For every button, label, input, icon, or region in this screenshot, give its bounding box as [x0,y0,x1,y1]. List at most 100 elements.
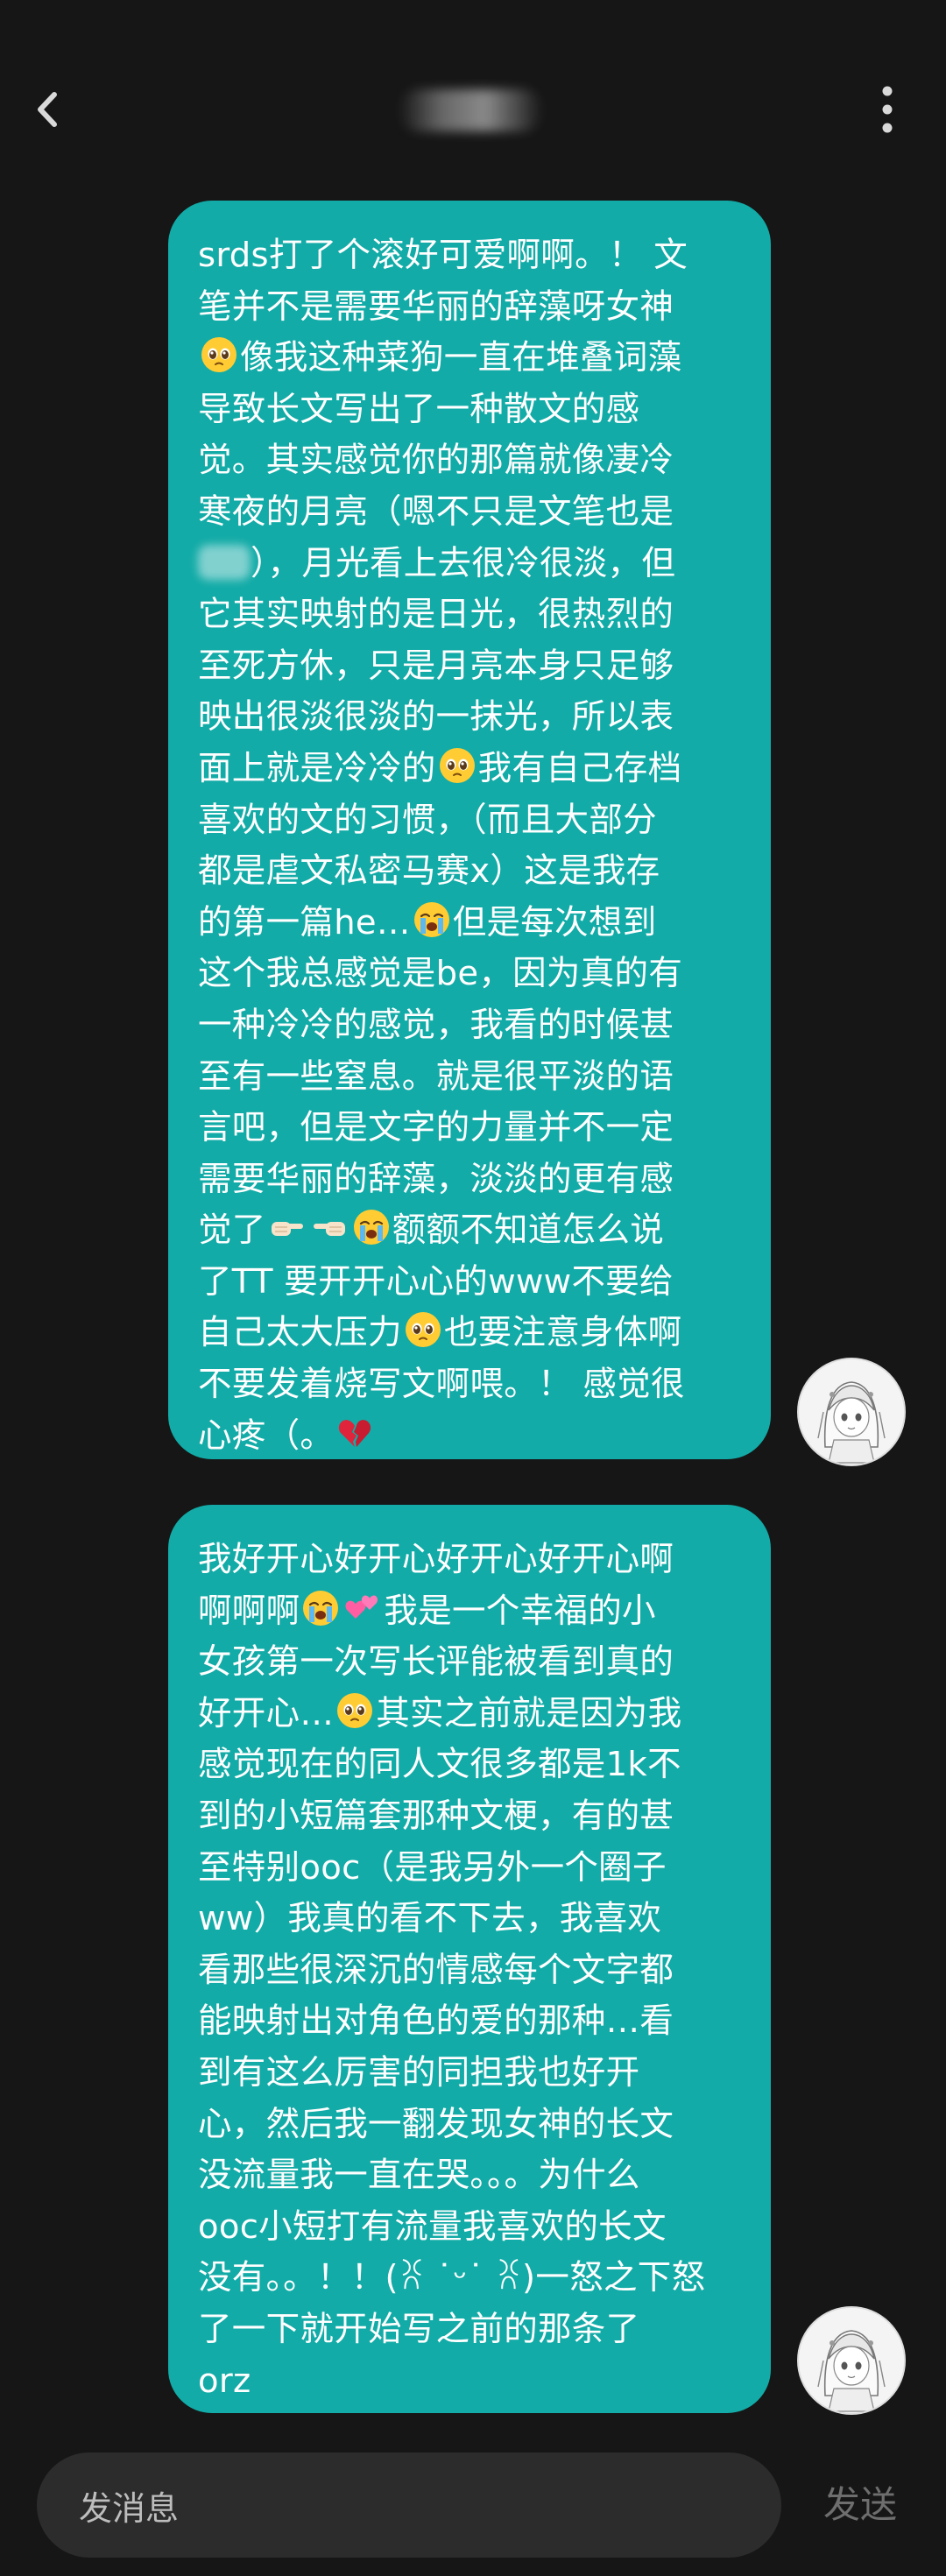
message-text: ww）我真的看不下去，我喜欢 [198,1899,662,1939]
chevron-left-icon [38,92,57,127]
message-line: 女孩第一次写长评能被看到真的 [198,1637,739,1689]
message-line: 感觉现在的同人文很多都是1k不 [198,1740,739,1791]
message-line: 了TT 要开开心心的www不要给 [198,1257,739,1309]
message-text: 至特别ooc（是我另外一个圈子 [198,1847,667,1888]
message-text: 到有这么厉害的同担我也好开 [198,2052,640,2093]
crying-face-emoji [413,900,451,939]
message-line: 到有这么厉害的同担我也好开 [198,2048,739,2100]
message-text: 的第一篇he… [198,902,411,942]
message-line: 没有。。！！(ꐦ ˙ᵕ˙ ꐦ)一怒之下怒 [198,2253,739,2304]
message-line: 都是虐文私密马赛x）这是我存 [198,846,739,898]
message-text: 也要注意身体啊 [443,1313,682,1353]
more-options-button[interactable] [867,81,907,138]
message-line: 笔并不是需要华丽的辞藻呀女神 [198,282,739,334]
chat-title [0,0,1,1]
anime-girl-avatar-image [799,1359,904,1464]
pointing-left-emoji [310,1208,349,1246]
message-text: 我有自己存档 [477,748,682,788]
message-text: 没流量我一直在哭。。。为什么 [198,2156,640,2196]
message-text: 不要发着烧写文啊喂。！ 感觉很 [198,1365,685,1405]
message-text: 都是虐文私密马赛x）这是我存 [198,851,660,892]
message-text: 女孩第一次写长评能被看到真的 [198,1642,674,1683]
message-bubble[interactable]: srds打了个滚好可爱啊啊。！ 文笔并不是需要华丽的辞藻呀女神像我这种菜狗一直在… [168,201,771,1459]
message-line: 觉了 额额不知道怎么说 [198,1205,739,1257]
message-line: ww）我真的看不下去，我喜欢 [198,1894,739,1945]
broken-heart-emoji [335,1414,374,1452]
blurred-word [198,544,251,580]
message-text: 笔并不是需要华丽的辞藻呀女神 [198,286,674,327]
message-line: 自己太大压力 也要注意身体啊 [198,1308,739,1359]
message-line: 的第一篇he… 但是每次想到 [198,898,739,949]
pleading-face-emoji [335,1691,374,1730]
message-line: 面上就是冷冷的 我有自己存档 [198,744,739,795]
message-line: 言吧，但是文字的力量并不一定 [198,1103,739,1154]
message-line: 了一下就开始写之前的那条了 [198,2304,739,2356]
avatar[interactable] [797,1358,906,1466]
message-line: 它其实映射的是日光，很热烈的 [198,589,739,641]
anime-girl-avatar-image [799,2308,904,2413]
message-line: 这个我总感觉是be，因为真的有 [198,949,739,1000]
message-text: 它其实映射的是日光，很热烈的 [198,595,674,635]
message-line: ），月光看上去很冷很淡，但 [198,539,739,590]
pleading-face-emoji [438,746,477,785]
message-line: 至特别ooc（是我另外一个圈子 [198,1843,739,1895]
message-line: ooc小短打有流量我喜欢的长文 [198,2202,739,2254]
message-text: 能映射出对角色的爱的那种…看 [198,2001,674,2042]
message-line: 好开心… 其实之前就是因为我 [198,1689,739,1740]
message-text: srds打了个滚好可爱啊啊。！ 文 [198,236,688,275]
message-text: 映出很淡很淡的一抹光，所以表 [198,697,674,738]
back-button[interactable] [19,79,81,140]
message-text: 寒夜的月亮（嗯不只是文笔也是 [198,491,674,532]
message-text: 心疼（。 [198,1415,335,1456]
chat-screen: srds打了个滚好可爱啊啊。！ 文笔并不是需要华丽的辞藻呀女神像我这种菜狗一直在… [0,0,946,2576]
message-line: 至有一些窒息。就是很平淡的语 [198,1052,739,1104]
message-text: 没有。。！！(ꐦ ˙ᵕ˙ ꐦ)一怒之下怒 [198,2258,706,2298]
message-line: 像我这种菜狗一直在堆叠词藻 [198,333,739,385]
message-text: 喜欢的文的习惯，（而且大部分 [198,800,657,840]
message-text: 感觉现在的同人文很多都是1k不 [198,1745,681,1785]
message-text: 但是每次想到 [452,902,657,942]
message-line: 喜欢的文的习惯，（而且大部分 [198,795,739,847]
message-line: 看那些很深沉的情感每个文字都 [198,1945,739,1997]
message-line: 不要发着烧写文啊喂。！ 感觉很 [198,1359,739,1411]
message-line: 至死方休，只是月亮本身只足够 [198,641,739,693]
chat-header [0,0,946,158]
message-text: 至有一些窒息。就是很平淡的语 [198,1056,674,1097]
message-line: 需要华丽的辞藻，淡淡的更有感 [198,1154,739,1206]
message-input[interactable]: 发消息 [37,2452,781,2558]
message-line: 一种冷冷的感觉，我看的时候甚 [198,1000,739,1052]
message-text: 至死方休，只是月亮本身只足够 [198,646,674,686]
message-text: 导致长文写出了一种散文的感 [198,389,640,429]
message-line: 寒夜的月亮（嗯不只是文笔也是 [198,487,739,539]
chat-title-blurred [399,89,543,131]
message-text: 我好开心好开心好开心好开心啊 [198,1540,674,1579]
message-text: ），月光看上去很冷很淡，但 [251,543,676,583]
message-input-placeholder: 发消息 [79,2488,180,2528]
pleading-face-emoji [404,1310,442,1349]
send-button[interactable]: 发送 [823,2477,897,2533]
message-line: srds打了个滚好可爱啊啊。！ 文 [198,230,739,282]
message-text: 自己太大压力 [198,1313,402,1353]
message-bubble[interactable]: 我好开心好开心好开心好开心啊 啊啊啊 我是一个幸福的小 女孩第一次写长评能被看到真的好… [168,1505,771,2413]
more-vertical-icon [882,86,893,133]
message-text: 需要华丽的辞藻，淡淡的更有感 [198,1159,674,1199]
two-hearts-emoji [343,1589,382,1627]
message-text: 我是一个幸福的小 [384,1591,656,1631]
message-text: 到的小短篇套那种文梗，有的甚 [198,1796,674,1836]
crying-face-emoji [301,1589,340,1627]
message-text: 这个我总感觉是be，因为真的有 [198,954,683,994]
message-text: 像我这种菜狗一直在堆叠词藻 [240,338,682,378]
message-line: 心疼（。 [198,1411,739,1463]
message-line: 导致长文写出了一种散文的感 [198,385,739,436]
message-text: ooc小短打有流量我喜欢的长文 [198,2206,667,2247]
message-text: 额额不知道怎么说 [392,1210,665,1251]
message-text: 了TT 要开开心心的www不要给 [198,1261,674,1302]
message-line: 到的小短篇套那种文梗，有的甚 [198,1791,739,1843]
message-text: 好开心… [198,1693,335,1733]
crying-face-emoji [352,1208,391,1246]
message-text: 其实之前就是因为我 [376,1693,682,1733]
avatar[interactable] [797,2306,906,2415]
message-line: 啊啊啊 我是一个幸福的小 [198,1586,739,1638]
message-line: 心，然后我一翻发现女神的长文 [198,2100,739,2151]
pleading-face-emoji [200,335,238,374]
